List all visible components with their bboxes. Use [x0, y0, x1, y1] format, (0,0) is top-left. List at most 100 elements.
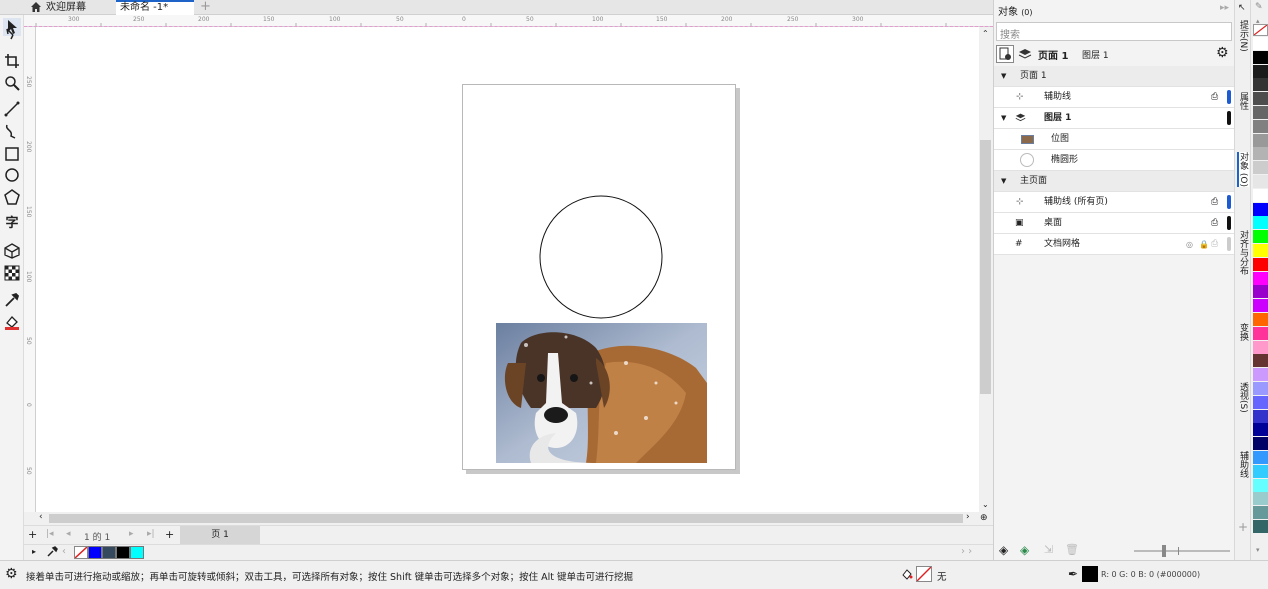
tab-welcome-screen[interactable]: 欢迎屏幕 — [42, 0, 114, 15]
horizontal-scroll-thumb[interactable] — [49, 514, 963, 523]
tree-row-desktop[interactable]: ▣ 桌面 ⎙ — [994, 213, 1234, 234]
outline-color-swatch[interactable] — [1082, 566, 1098, 582]
search-input[interactable]: 搜索 — [996, 22, 1232, 41]
print-toggle-icon[interactable]: ⎙ — [1211, 87, 1218, 108]
document-swatch[interactable] — [102, 546, 116, 559]
vertical-scrollbar[interactable]: ⌃ ⌄ — [979, 27, 993, 512]
palette-swatch[interactable] — [1253, 451, 1268, 464]
document-swatch[interactable] — [116, 546, 130, 559]
eyedropper-icon[interactable] — [46, 546, 58, 561]
palette-swatch[interactable] — [1253, 478, 1268, 492]
current-page-label[interactable]: 页面 1 — [1038, 47, 1068, 62]
side-tab-objects[interactable]: 对象 (O) — [1237, 152, 1249, 187]
palette-eyedropper-icon[interactable]: ✎ — [1255, 2, 1263, 12]
palette-swatch[interactable] — [1253, 285, 1268, 299]
horizontal-scrollbar[interactable]: ‹ › — [36, 512, 979, 525]
scroll-left-icon[interactable]: ‹ — [39, 512, 43, 522]
palette-swatch[interactable] — [1253, 188, 1268, 202]
palette-scroll-left-icon[interactable]: ‹ — [62, 546, 66, 557]
horizontal-ruler[interactable]: 300 250 200 150 100 50 0 50 100 150 200 … — [24, 15, 993, 27]
current-layer-label[interactable]: 图层 1 — [1082, 48, 1109, 61]
palette-swatch[interactable] — [1253, 340, 1268, 354]
side-tab-properties[interactable]: 属性 — [1237, 92, 1249, 110]
status-settings-gear-icon[interactable]: ⚙ — [5, 566, 18, 582]
expand-arrow-icon[interactable]: ▼ — [1001, 108, 1006, 129]
swatch-no-color[interactable] — [1253, 24, 1268, 36]
palette-swatch[interactable] — [1253, 92, 1268, 106]
palette-swatch[interactable] — [1253, 133, 1268, 147]
palette-swatch[interactable] — [1253, 147, 1268, 161]
palette-swatch[interactable] — [1253, 216, 1268, 230]
side-tab-transparency[interactable]: 透视(S) — [1237, 382, 1249, 413]
interactive-fill-tool-icon[interactable] — [3, 313, 21, 331]
zoom-tool-icon[interactable] — [3, 74, 21, 92]
side-tab-hints[interactable]: 提示(N) — [1237, 20, 1249, 52]
last-page-icon[interactable]: ▸| — [147, 529, 155, 539]
new-master-layer-icon[interactable]: ◈ — [1020, 543, 1029, 557]
palette-scroll-down-icon[interactable]: ▾ — [1256, 546, 1260, 554]
expand-arrow-icon[interactable]: ▼ — [1001, 66, 1006, 87]
move-to-layer-icon[interactable]: ⇲ — [1044, 543, 1053, 556]
palette-swatch[interactable] — [1253, 64, 1268, 78]
palette-swatch[interactable] — [1253, 409, 1268, 423]
add-docker-icon[interactable]: + — [1238, 520, 1248, 534]
add-page-icon[interactable]: + — [28, 528, 37, 541]
tab-document[interactable]: 未命名 -1* — [116, 0, 194, 15]
rectangle-tool-icon[interactable] — [3, 145, 21, 163]
palette-swatch[interactable] — [1253, 106, 1268, 119]
freehand-tool-icon[interactable] — [3, 100, 21, 118]
palette-swatch[interactable] — [1253, 244, 1268, 257]
lock-icon[interactable]: 🔒 — [1199, 234, 1209, 255]
crop-tool-icon[interactable] — [3, 52, 21, 70]
scroll-up-icon[interactable]: ⌃ — [982, 29, 989, 38]
docker-options-gear-icon[interactable]: ⚙ — [1216, 45, 1229, 61]
outline-pen-icon[interactable]: ✒ — [1068, 567, 1078, 581]
polygon-tool-icon[interactable] — [3, 188, 21, 206]
text-tool-icon[interactable]: 字 — [3, 215, 21, 233]
tree-row-layer1[interactable]: ▼ 图层 1 — [994, 108, 1234, 129]
page-selector-icon[interactable] — [996, 45, 1014, 63]
palette-swatch[interactable] — [1253, 37, 1268, 50]
side-tab-transform[interactable]: 变换 — [1237, 323, 1249, 341]
drawing-canvas[interactable] — [36, 27, 979, 512]
palette-swatch[interactable] — [1253, 257, 1268, 271]
new-layer-icon[interactable]: ◈ — [999, 543, 1008, 557]
dog-bitmap[interactable] — [496, 323, 707, 463]
palette-swatch[interactable] — [1253, 423, 1268, 437]
print-toggle-icon[interactable]: ⎙ — [1211, 192, 1218, 213]
eyedropper-tool-icon[interactable] — [3, 291, 21, 309]
palette-swatch[interactable] — [1253, 230, 1268, 244]
vertical-ruler[interactable]: 250 200 150 100 50 0 50 — [24, 27, 36, 512]
palette-swatch[interactable] — [1253, 78, 1268, 92]
palette-swatch[interactable] — [1253, 395, 1268, 409]
docker-collapse-icon[interactable]: ▸▸ — [1220, 3, 1229, 13]
transparency-tool-icon[interactable] — [3, 264, 21, 282]
palette-swatch[interactable] — [1253, 354, 1268, 368]
artistic-media-tool-icon[interactable] — [3, 122, 21, 140]
tree-row-guides[interactable]: ⊹ 辅助线 ⎙ — [994, 87, 1234, 108]
tree-row-master-page[interactable]: ▼ 主页面 — [994, 171, 1234, 192]
page-tab[interactable]: 页 1 — [180, 526, 260, 544]
document-swatch[interactable] — [88, 546, 102, 559]
palette-swatch[interactable] — [1253, 50, 1268, 64]
new-tab-icon[interactable]: + — [196, 0, 212, 15]
print-toggle-icon[interactable]: ⎙ — [1211, 213, 1218, 234]
palette-swatch[interactable] — [1253, 437, 1268, 451]
scroll-right-icon[interactable]: › — [966, 512, 970, 522]
expand-arrow-icon[interactable]: ▼ — [1001, 171, 1006, 192]
tree-row-bitmap[interactable]: 位图 — [994, 129, 1234, 150]
previous-page-icon[interactable]: ◂ — [66, 529, 71, 539]
palette-swatch[interactable] — [1253, 382, 1268, 395]
palette-swatch[interactable] — [1253, 326, 1268, 340]
3d-tool-icon[interactable] — [3, 242, 21, 260]
palette-expand-icon[interactable]: ▸ — [32, 547, 36, 556]
palette-swatch[interactable] — [1253, 119, 1268, 133]
shape-tool-icon[interactable] — [3, 25, 21, 43]
first-page-icon[interactable]: |◂ — [46, 529, 54, 539]
thumbnail-size-slider[interactable] — [1134, 545, 1230, 557]
tree-row-ellipse[interactable]: 椭圆形 — [994, 150, 1234, 171]
visibility-hidden-icon[interactable]: ◎ — [1186, 234, 1193, 255]
vertical-scroll-thumb[interactable] — [980, 140, 991, 394]
palette-swatch[interactable] — [1253, 161, 1268, 175]
fill-icon[interactable] — [900, 567, 914, 584]
